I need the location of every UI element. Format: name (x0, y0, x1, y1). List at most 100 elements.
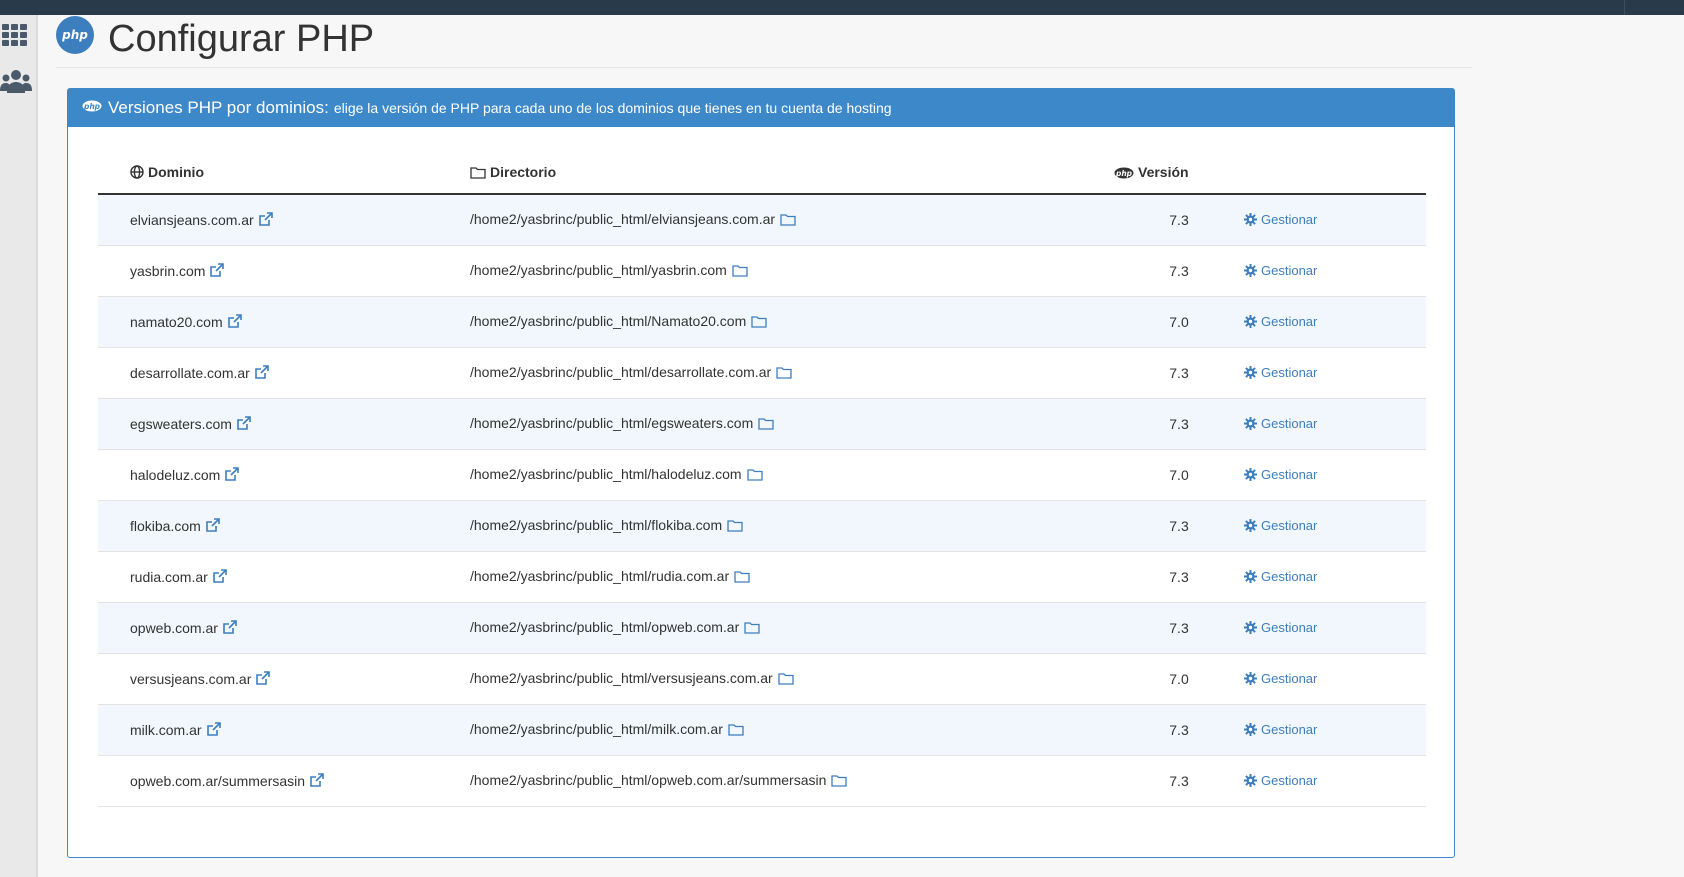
folder-icon[interactable] (744, 621, 760, 637)
folder-icon[interactable] (734, 570, 750, 586)
directory-cell: /home2/yasbrinc/public_html/elviansjeans… (470, 194, 1114, 246)
domain-name: namato20.com (130, 313, 223, 330)
external-link-icon[interactable] (309, 772, 325, 791)
external-link-icon[interactable] (205, 517, 221, 536)
actions-cell: Gestionar (1244, 653, 1426, 705)
directory-cell: /home2/yasbrinc/public_html/rudia.com.ar (470, 551, 1114, 603)
version-cell: 7.0 (1114, 296, 1244, 348)
table-row: flokiba.com/home2/yasbrinc/public_html/f… (98, 500, 1426, 552)
table-row: desarrollate.com.ar/home2/yasbrinc/publi… (98, 347, 1426, 399)
manage-label: Gestionar (1261, 211, 1318, 227)
svg-text:php: php (61, 28, 88, 42)
folder-icon[interactable] (727, 519, 743, 535)
manage-label: Gestionar (1261, 313, 1318, 329)
external-link-icon[interactable] (206, 721, 222, 740)
gear-icon (1244, 365, 1257, 379)
table-row: rudia.com.ar/home2/yasbrinc/public_html/… (98, 551, 1426, 603)
apps-grid-icon[interactable] (0, 21, 32, 53)
domain-name: egsweaters.com (130, 415, 232, 432)
manage-button[interactable]: Gestionar (1244, 314, 1317, 329)
actions-cell: Gestionar (1244, 245, 1426, 297)
external-link-icon[interactable] (258, 211, 274, 230)
actions-cell: Gestionar (1244, 449, 1426, 501)
domain-name: halodeluz.com (130, 466, 221, 483)
domain-cell: namato20.com (98, 296, 470, 348)
external-link-icon[interactable] (212, 568, 228, 587)
version-cell: 7.3 (1114, 704, 1244, 756)
manage-button[interactable]: Gestionar (1244, 620, 1317, 635)
folder-icon[interactable] (758, 417, 774, 433)
manage-button[interactable]: Gestionar (1244, 263, 1317, 278)
php-versions-panel: php Versiones PHP por dominios: elige la… (67, 88, 1455, 858)
manage-button[interactable]: Gestionar (1244, 773, 1317, 788)
version-cell: 7.0 (1114, 653, 1244, 705)
directory-cell: /home2/yasbrinc/public_html/yasbrin.com (470, 245, 1114, 297)
actions-cell: Gestionar (1244, 398, 1426, 450)
table-row: egsweaters.com/home2/yasbrinc/public_htm… (98, 398, 1426, 450)
php-logo-icon: php (56, 16, 94, 54)
manage-button[interactable]: Gestionar (1244, 416, 1317, 431)
external-link-icon[interactable] (222, 619, 238, 638)
actions-cell: Gestionar (1244, 194, 1426, 246)
folder-icon[interactable] (728, 723, 744, 739)
domain-name: opweb.com.ar/summersasin (130, 772, 306, 789)
manage-button[interactable]: Gestionar (1244, 569, 1317, 584)
globe-icon (130, 165, 144, 182)
folder-icon[interactable] (751, 315, 767, 331)
table-row: opweb.com.ar/home2/yasbrinc/public_html/… (98, 602, 1426, 654)
gear-icon (1244, 518, 1257, 532)
external-link-icon[interactable] (254, 364, 270, 383)
manage-button[interactable]: Gestionar (1244, 518, 1317, 533)
directory-cell: /home2/yasbrinc/public_html/versusjeans.… (470, 653, 1114, 705)
manage-button[interactable]: Gestionar (1244, 212, 1317, 227)
panel-subtitle: elige la versión de PHP para cada uno de… (333, 100, 892, 116)
actions-cell: Gestionar (1244, 755, 1426, 807)
top-navbar (0, 0, 1684, 15)
folder-icon[interactable] (746, 468, 763, 484)
folder-icon[interactable] (780, 213, 796, 229)
gear-icon (1244, 620, 1257, 634)
domain-name: elviansjeans.com.ar (130, 211, 254, 228)
version-cell: 7.3 (1114, 551, 1244, 603)
gear-icon (1244, 416, 1257, 430)
svg-text:php: php (1115, 169, 1133, 178)
gear-icon (1244, 671, 1257, 685)
external-link-icon[interactable] (236, 415, 252, 434)
external-link-icon[interactable] (209, 262, 225, 281)
domain-cell: egsweaters.com (98, 398, 470, 450)
directory-path: /home2/yasbrinc/public_html/versusjeans.… (470, 670, 773, 686)
manage-label: Gestionar (1261, 670, 1318, 686)
version-cell: 7.3 (1114, 602, 1244, 654)
folder-icon[interactable] (732, 264, 748, 280)
actions-cell: Gestionar (1244, 551, 1426, 603)
domain-cell: versusjeans.com.ar (98, 653, 470, 705)
manage-label: Gestionar (1261, 415, 1318, 431)
domain-name: flokiba.com (130, 517, 201, 534)
directory-path: /home2/yasbrinc/public_html/opweb.com.ar… (470, 772, 827, 788)
domain-cell: yasbrin.com (98, 245, 470, 297)
domain-header-label: Dominio (148, 164, 204, 180)
external-link-icon[interactable] (255, 670, 271, 689)
manage-button[interactable]: Gestionar (1244, 365, 1317, 380)
external-link-icon[interactable] (227, 313, 243, 332)
folder-icon[interactable] (778, 672, 794, 688)
directory-cell: /home2/yasbrinc/public_html/flokiba.com (470, 500, 1114, 552)
folder-icon[interactable] (831, 774, 848, 790)
page-title: Configurar PHP (108, 18, 375, 60)
users-icon[interactable] (0, 67, 32, 99)
manage-button[interactable]: Gestionar (1244, 671, 1317, 686)
panel-heading: php Versiones PHP por dominios: elige la… (68, 89, 1454, 127)
folder-icon[interactable] (776, 366, 792, 382)
domain-name: milk.com.ar (130, 721, 202, 738)
directory-cell: /home2/yasbrinc/public_html/desarrollate… (470, 347, 1114, 399)
directory-path: /home2/yasbrinc/public_html/opweb.com.ar (470, 619, 740, 635)
version-cell: 7.3 (1114, 755, 1244, 807)
manage-button[interactable]: Gestionar (1244, 467, 1317, 482)
domain-name: rudia.com.ar (130, 568, 208, 585)
external-link-icon[interactable] (224, 466, 240, 485)
gear-icon (1244, 314, 1257, 328)
version-cell: 7.3 (1114, 398, 1244, 450)
manage-button[interactable]: Gestionar (1244, 722, 1317, 737)
directory-path: /home2/yasbrinc/public_html/halodeluz.co… (470, 466, 742, 482)
domain-cell: opweb.com.ar/summersasin (98, 755, 470, 807)
